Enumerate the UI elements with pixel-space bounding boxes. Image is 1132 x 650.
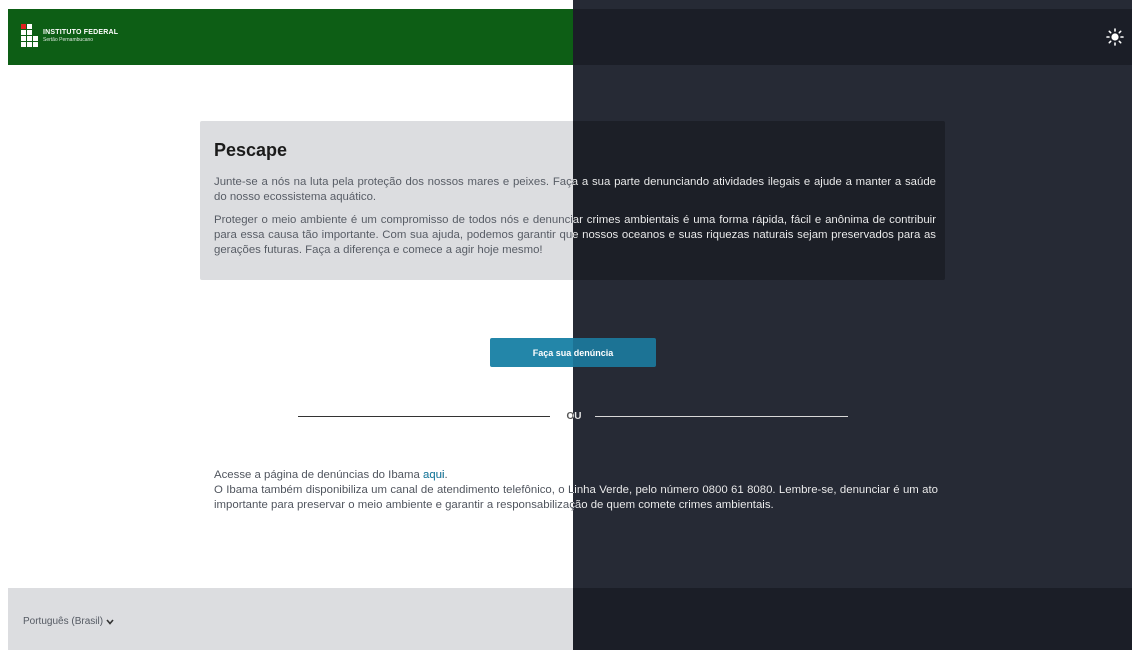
language-label: Português (Brasil) <box>23 616 104 627</box>
divider-or-label: OU <box>560 411 588 422</box>
ibama-hotline-paragraph: O Ibama também disponibiliza um canal de… <box>214 484 938 511</box>
header-dark <box>573 9 1132 65</box>
language-selector[interactable]: Português (Brasil) <box>23 616 114 627</box>
dark-half-background <box>573 0 1132 650</box>
ibama-link[interactable]: aqui <box>423 469 445 481</box>
divider-line-right <box>595 416 848 417</box>
ibama-link-prefix: Acesse a página de denúncias do Ibama <box>214 469 423 481</box>
mission-paragraph: Proteger o meio ambiente é um compromiss… <box>214 214 936 256</box>
report-button[interactable]: Faça sua denúncia <box>490 338 656 367</box>
divider-line-left <box>298 416 550 417</box>
logo-line-2: Sertão Pernambucano <box>43 36 94 43</box>
footer-dark <box>573 588 1132 650</box>
theme-toggle-button[interactable] <box>1106 28 1124 46</box>
light-half-background <box>0 0 573 650</box>
institute-logo[interactable]: INSTITUTO FEDERAL Sertão Pernambucano <box>21 24 118 47</box>
intro-paragraph: Junte-se a nós na luta pela proteção dos… <box>214 176 936 203</box>
institute-logo-mark <box>21 24 38 47</box>
ibama-link-suffix: . <box>444 469 448 481</box>
ibama-info: Acesse a página de denúncias do Ibama aq… <box>214 468 938 513</box>
page-title: Pescape <box>214 140 936 161</box>
institute-logo-text: INSTITUTO FEDERAL Sertão Pernambucano <box>43 29 118 43</box>
chevron-down-icon <box>106 618 114 625</box>
ibama-link-line: Acesse a página de denúncias do Ibama aq… <box>214 468 938 483</box>
sun-icon <box>1106 28 1124 46</box>
logo-line-1: INSTITUTO FEDERAL <box>43 28 119 36</box>
info-card: Pescape Junte-se a nós na luta pela prot… <box>214 140 936 266</box>
